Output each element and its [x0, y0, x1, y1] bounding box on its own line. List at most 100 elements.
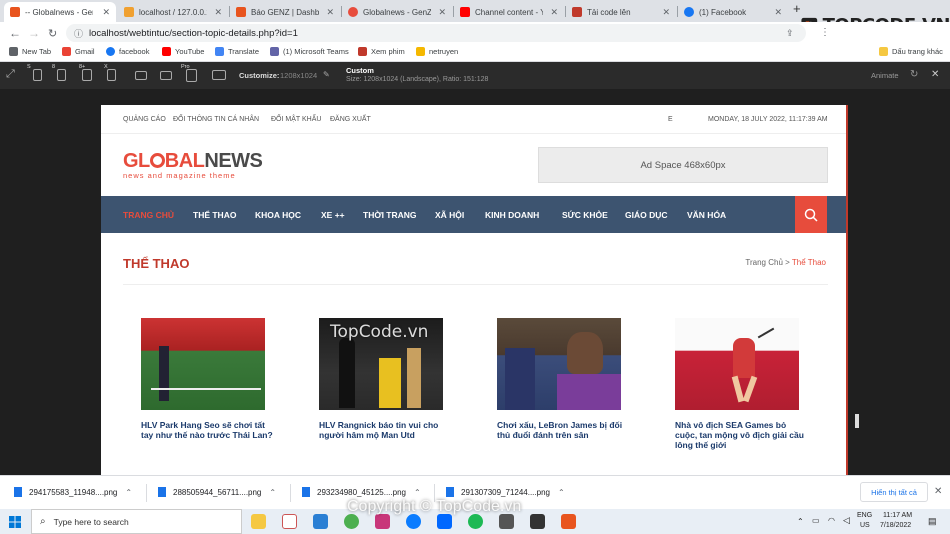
article-thumbnail[interactable] — [497, 318, 621, 410]
app-icon[interactable] — [561, 514, 576, 529]
snipping-tool-icon[interactable] — [282, 514, 297, 529]
search-button[interactable] — [795, 196, 827, 233]
tab-upload-code[interactable]: Tải code lên ✕ — [566, 2, 676, 22]
close-icon[interactable]: ✕ — [931, 69, 939, 80]
keyboard-layout[interactable]: US — [860, 522, 870, 529]
expand-icon[interactable]: ⤢ — [6, 68, 15, 81]
breadcrumb-home[interactable]: Trang Chủ — [745, 258, 783, 267]
device-pro-icon[interactable] — [186, 69, 197, 82]
bookmark-facebook[interactable]: facebook — [106, 47, 149, 56]
messenger-icon[interactable] — [406, 514, 421, 529]
close-icon[interactable]: ✕ — [102, 7, 110, 18]
spotify-icon[interactable] — [468, 514, 483, 529]
file-explorer-icon[interactable] — [251, 514, 266, 529]
site-logo[interactable]: GLOBALNEWS — [123, 150, 263, 173]
tab-youtube[interactable]: Channel content - You ✕ — [454, 2, 564, 22]
chrome-icon[interactable] — [344, 514, 359, 529]
close-icon[interactable]: ✕ — [934, 486, 942, 497]
topbar-link-password[interactable]: ĐỔI MẬT KHẨU — [271, 116, 321, 123]
clock-time[interactable]: 11:17 AM — [883, 512, 912, 519]
tray-chevron-icon[interactable]: ⌃ — [797, 517, 804, 526]
bookmark-teams[interactable]: (1) Microsoft Teams — [270, 47, 349, 56]
topbar-link-profile[interactable]: ĐỔI THÔNG TIN CÁ NHÂN — [173, 116, 259, 123]
volume-icon[interactable]: ◁ — [843, 515, 850, 526]
article-thumbnail[interactable] — [141, 318, 265, 410]
download-item[interactable]: 291307309_71244....png ⌃ — [446, 487, 565, 497]
tab-globalnews-active[interactable]: -- Globalnews - GenZ ✕ — [4, 2, 116, 22]
taskbar-search-input[interactable]: ⌕ Type here to search — [31, 509, 242, 534]
desktop-icon[interactable] — [212, 70, 226, 80]
extensions-icon[interactable]: ⋮ — [820, 27, 830, 38]
app-icon[interactable] — [530, 514, 545, 529]
nav-item-business[interactable]: KINH DOANH — [485, 210, 539, 220]
device-8plus-icon[interactable] — [82, 69, 92, 81]
wifi-icon[interactable]: ◠ — [828, 516, 835, 525]
tab-globalnews[interactable]: Globalnews - GenZ ✕ — [342, 2, 452, 22]
bookmark-xem-phim[interactable]: Xem phim — [358, 47, 405, 56]
nav-item-culture[interactable]: VĂN HÓA — [687, 210, 726, 220]
vscode-icon[interactable] — [313, 514, 328, 529]
nav-item-society[interactable]: XÃ HỘI — [435, 210, 464, 220]
download-item[interactable]: 294175583_11948....png ⌃ — [14, 487, 132, 497]
chevron-up-icon[interactable]: ⌃ — [558, 488, 565, 497]
nav-item-education[interactable]: GIÁO DỤC — [625, 210, 668, 220]
nav-item-health[interactable]: SỨC KHỎE — [562, 210, 608, 220]
article-title[interactable]: HLV Park Hang Seo sẽ chơi tất tay như th… — [141, 420, 276, 440]
download-item[interactable]: 288505944_56711....png ⌃ — [158, 487, 276, 497]
share-icon[interactable]: ⇪ — [786, 28, 794, 39]
language-indicator[interactable]: ENG — [857, 512, 872, 519]
clock-date[interactable]: 7/18/2022 — [880, 522, 911, 529]
article-card[interactable]: HLV Park Hang Seo sẽ chơi tất tay như th… — [141, 318, 276, 440]
device-8-icon[interactable] — [57, 69, 66, 81]
article-title[interactable]: Chơi xấu, LeBron James bị đối thủ đuổi đ… — [497, 420, 632, 440]
nav-item-science[interactable]: KHOA HỌC — [255, 210, 301, 220]
forward-icon[interactable]: → — [28, 26, 40, 40]
tab-facebook[interactable]: (1) Facebook ✕ — [678, 2, 788, 22]
nav-item-cars[interactable]: XE ++ — [321, 210, 345, 220]
nav-item-home[interactable]: TRANG CHỦ — [123, 210, 174, 220]
nav-item-fashion[interactable]: THỜI TRANG — [363, 210, 417, 220]
chevron-up-icon[interactable]: ⌃ — [414, 488, 421, 497]
back-icon[interactable]: ← — [9, 26, 21, 40]
windows-start-icon[interactable] — [9, 516, 21, 528]
ad-space-banner[interactable]: Ad Space 468x60px — [538, 147, 828, 183]
notification-icon[interactable]: ▤ — [928, 516, 937, 527]
show-all-downloads-button[interactable]: Hiển thị tất cả — [860, 482, 928, 502]
device-s-icon[interactable] — [33, 69, 42, 81]
chevron-up-icon[interactable]: ⌃ — [269, 488, 276, 497]
device-tablet-icon[interactable] — [135, 71, 147, 80]
animate-toggle[interactable]: Animate — [871, 71, 899, 80]
scrollbar-thumb[interactable] — [855, 414, 859, 428]
reload-icon[interactable]: ↻ — [48, 27, 57, 40]
article-card[interactable]: Chơi xấu, LeBron James bị đối thủ đuổi đ… — [497, 318, 632, 440]
close-icon[interactable]: ✕ — [662, 7, 670, 18]
tab-phpmyadmin[interactable]: localhost / 127.0.0.1 / ✕ — [118, 2, 228, 22]
bookmark-translate[interactable]: Translate — [215, 47, 259, 56]
close-icon[interactable]: ✕ — [550, 7, 558, 18]
topbar-link-ads[interactable]: QUẢNG CÁO — [123, 116, 166, 123]
download-item[interactable]: 293234980_45125....png ⌃ — [302, 487, 421, 497]
tab-dashboard[interactable]: Báo GENZ | Dashboard ✕ — [230, 2, 340, 22]
article-title[interactable]: Nhà vô địch SEA Games bỏ cuộc, tan mộng … — [675, 420, 810, 450]
close-icon[interactable]: ✕ — [438, 7, 446, 18]
edit-icon[interactable]: ✎ — [323, 70, 330, 79]
bookmark-other[interactable]: Dấu trang khác — [879, 47, 943, 56]
article-title[interactable]: HLV Rangnick báo tin vui cho người hâm m… — [319, 420, 454, 440]
bookmark-netruyen[interactable]: netruyen — [416, 47, 458, 56]
device-x-icon[interactable] — [107, 69, 116, 81]
rotate-icon[interactable]: ↻ — [910, 69, 918, 80]
chevron-up-icon[interactable]: ⌃ — [125, 488, 132, 497]
url-bar[interactable]: ⓘ localhost/webtintuc/section-topic-deta… — [66, 24, 806, 42]
zalo-icon[interactable] — [437, 514, 452, 529]
article-thumbnail[interactable] — [675, 318, 799, 410]
nav-item-sports[interactable]: THỂ THAO — [193, 210, 236, 220]
bookmark-gmail[interactable]: Gmail — [62, 47, 95, 56]
instagram-icon[interactable] — [375, 514, 390, 529]
close-icon[interactable]: ✕ — [214, 7, 222, 18]
bookmark-new-tab[interactable]: New Tab — [9, 47, 51, 56]
topbar-link-logout[interactable]: ĐĂNG XUẤT — [330, 116, 371, 123]
customize-value[interactable]: 1208x1024 — [280, 71, 317, 80]
app-icon[interactable] — [499, 514, 514, 529]
network-icon[interactable]: ▭ — [812, 516, 820, 525]
article-card[interactable]: Nhà vô địch SEA Games bỏ cuộc, tan mộng … — [675, 318, 810, 450]
